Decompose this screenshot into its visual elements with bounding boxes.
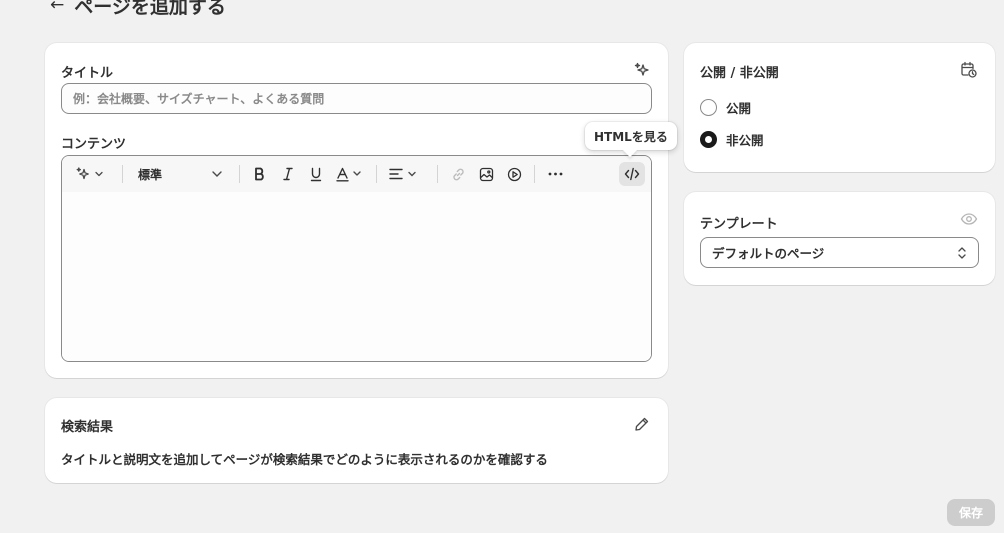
radio-private[interactable] xyxy=(700,130,717,148)
italic-icon xyxy=(283,167,293,181)
align-button[interactable] xyxy=(384,162,424,186)
option-label: 公開 xyxy=(726,100,752,116)
underline-icon xyxy=(310,167,322,181)
title-label: タイトル xyxy=(61,66,114,81)
page-header: ← ページを追加する xyxy=(50,0,226,18)
link-icon xyxy=(452,168,464,180)
image-button[interactable] xyxy=(474,162,498,186)
image-icon xyxy=(479,167,493,181)
title-input[interactable] xyxy=(61,83,652,114)
pencil-icon[interactable] xyxy=(634,416,650,432)
chevron-down-icon xyxy=(212,171,222,177)
text-color-button[interactable] xyxy=(332,162,368,186)
html-view-button[interactable] xyxy=(619,162,645,186)
text-color-icon xyxy=(336,167,361,181)
code-icon xyxy=(624,167,640,181)
page-title: ページを追加する xyxy=(74,0,226,18)
toolbar-divider xyxy=(376,165,377,183)
visibility-label: 公開 / 非公開 xyxy=(700,66,779,81)
toolbar-divider xyxy=(122,165,123,183)
arrow-left-icon[interactable]: ← xyxy=(50,0,64,14)
template-select[interactable]: デフォルトのページ xyxy=(700,237,979,268)
search-results-card: 検索結果 タイトルと説明文を追加してページが検索結果でどのように表示されるのかを… xyxy=(45,398,668,483)
bold-button[interactable] xyxy=(248,162,272,186)
editor-content-area[interactable] xyxy=(62,192,651,361)
visibility-option-public[interactable]: 公開 xyxy=(700,98,751,116)
more-icon xyxy=(548,172,562,176)
more-button[interactable] xyxy=(543,162,567,186)
visibility-card: 公開 / 非公開 公開 非公開 xyxy=(684,43,995,172)
ai-sparkle-button[interactable] xyxy=(70,162,110,186)
eye-icon[interactable] xyxy=(960,211,978,227)
content-label: コンテンツ xyxy=(61,137,127,152)
toolbar-divider xyxy=(534,165,535,183)
toolbar-divider xyxy=(239,165,240,183)
template-label: テンプレート xyxy=(700,217,778,232)
text-format-value: 標準 xyxy=(138,167,163,182)
rich-text-editor: 標準 xyxy=(61,155,652,362)
title-content-card: タイトル コンテンツ 標準 xyxy=(45,43,668,378)
save-button[interactable]: 保存 xyxy=(947,499,995,526)
toolbar-divider xyxy=(437,165,438,183)
select-arrows-icon xyxy=(958,246,966,259)
template-card: テンプレート デフォルトのページ xyxy=(684,192,995,285)
bold-icon xyxy=(255,167,264,181)
page: ← ページを追加する タイトル コンテンツ 標準 xyxy=(0,0,1004,533)
editor-toolbar: 標準 xyxy=(62,156,651,192)
search-results-label: 検索結果 xyxy=(61,420,114,435)
radio-public[interactable] xyxy=(700,98,717,116)
video-button[interactable] xyxy=(502,162,526,186)
search-results-description: タイトルと説明文を追加してページが検索結果でどのように表示されるのかを確認する xyxy=(61,452,548,467)
underline-button[interactable] xyxy=(304,162,328,186)
align-icon xyxy=(389,168,416,180)
video-icon xyxy=(507,167,521,181)
calendar-clock-icon[interactable] xyxy=(960,61,978,79)
sparkle-icon[interactable] xyxy=(634,62,650,78)
sparkle-icon xyxy=(76,167,103,180)
html-view-tooltip: HTMLを見る xyxy=(585,122,677,150)
visibility-option-private[interactable]: 非公開 xyxy=(700,130,764,148)
template-value: デフォルトのページ xyxy=(712,246,825,261)
text-format-select[interactable]: 標準 xyxy=(128,162,228,186)
option-label: 非公開 xyxy=(726,132,764,148)
italic-button[interactable] xyxy=(276,162,300,186)
link-button[interactable] xyxy=(446,162,470,186)
